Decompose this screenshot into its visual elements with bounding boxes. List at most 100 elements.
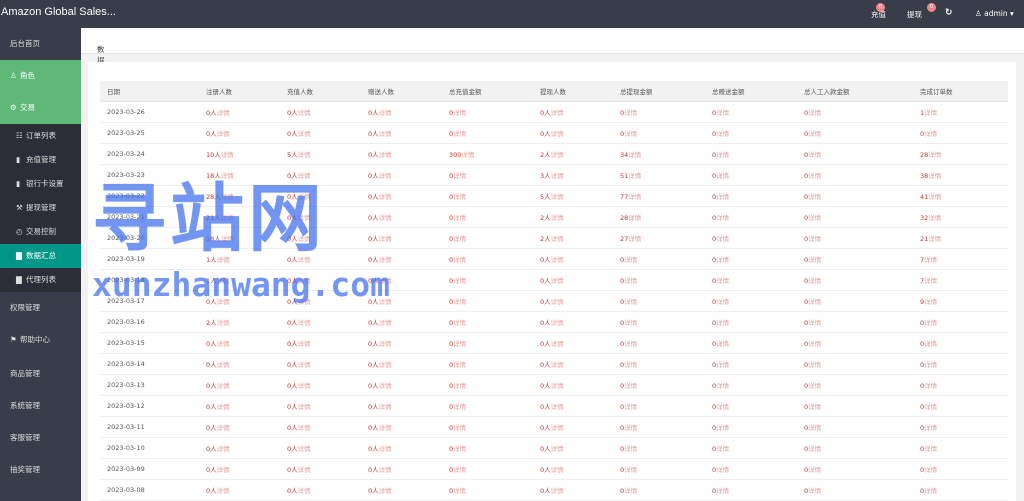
detail-link[interactable]: 详情 xyxy=(551,193,564,201)
detail-link[interactable]: 详情 xyxy=(551,277,564,285)
detail-link[interactable]: 详情 xyxy=(624,340,637,348)
detail-link[interactable]: 详情 xyxy=(808,172,821,180)
detail-link[interactable]: 详情 xyxy=(924,403,937,411)
detail-link[interactable]: 详情 xyxy=(716,172,729,180)
detail-link[interactable]: 详情 xyxy=(808,256,821,264)
detail-link[interactable]: 详情 xyxy=(379,214,392,222)
detail-link[interactable]: 详情 xyxy=(808,109,821,117)
detail-link[interactable]: 详情 xyxy=(453,445,466,453)
detail-link[interactable]: 详情 xyxy=(221,151,234,159)
detail-link[interactable]: 详情 xyxy=(379,361,392,369)
detail-link[interactable]: 详情 xyxy=(928,151,941,159)
detail-link[interactable]: 详情 xyxy=(453,340,466,348)
sidebar-item-goods[interactable]: 商品管理 xyxy=(0,358,81,390)
sidebar-item-system[interactable]: 系统管理 xyxy=(0,390,81,422)
detail-link[interactable]: 详情 xyxy=(379,298,392,306)
detail-link[interactable]: 详情 xyxy=(624,487,637,495)
detail-link[interactable]: 详情 xyxy=(624,109,637,117)
detail-link[interactable]: 详情 xyxy=(716,445,729,453)
detail-link[interactable]: 详情 xyxy=(379,277,392,285)
sidebar-item-lottery[interactable]: 抽奖管理 xyxy=(0,454,81,486)
detail-link[interactable]: 详情 xyxy=(924,130,937,138)
detail-link[interactable]: 详情 xyxy=(716,235,729,243)
detail-link[interactable]: 详情 xyxy=(624,277,637,285)
detail-link[interactable]: 详情 xyxy=(808,361,821,369)
detail-link[interactable]: 详情 xyxy=(716,277,729,285)
sidebar-item-trade-control[interactable]: ◴ 交易控制 xyxy=(0,220,81,244)
detail-link[interactable]: 详情 xyxy=(624,445,637,453)
detail-link[interactable]: 详情 xyxy=(928,235,941,243)
detail-link[interactable]: 详情 xyxy=(551,298,564,306)
detail-link[interactable]: 详情 xyxy=(379,172,392,180)
detail-link[interactable]: 详情 xyxy=(808,214,821,222)
detail-link[interactable]: 详情 xyxy=(453,109,466,117)
app-title[interactable]: Amazon Global Sales... xyxy=(1,6,116,18)
detail-link[interactable]: 详情 xyxy=(808,445,821,453)
detail-link[interactable]: 详情 xyxy=(716,109,729,117)
detail-link[interactable]: 详情 xyxy=(551,445,564,453)
detail-link[interactable]: 详情 xyxy=(298,403,311,411)
detail-link[interactable]: 详情 xyxy=(551,214,564,222)
detail-link[interactable]: 详情 xyxy=(217,445,230,453)
detail-link[interactable]: 详情 xyxy=(808,403,821,411)
detail-link[interactable]: 详情 xyxy=(298,298,311,306)
detail-link[interactable]: 详情 xyxy=(453,235,466,243)
detail-link[interactable]: 详情 xyxy=(217,466,230,474)
detail-link[interactable]: 详情 xyxy=(221,214,234,222)
detail-link[interactable]: 详情 xyxy=(716,298,729,306)
detail-link[interactable]: 详情 xyxy=(379,130,392,138)
detail-link[interactable]: 详情 xyxy=(379,340,392,348)
detail-link[interactable]: 详情 xyxy=(217,277,230,285)
detail-link[interactable]: 详情 xyxy=(379,445,392,453)
sidebar-item-withdraw[interactable]: ⚒ 提现管理 xyxy=(0,196,81,220)
detail-link[interactable]: 详情 xyxy=(808,235,821,243)
detail-link[interactable]: 详情 xyxy=(808,151,821,159)
detail-link[interactable]: 详情 xyxy=(924,109,937,117)
detail-link[interactable]: 详情 xyxy=(624,298,637,306)
detail-link[interactable]: 详情 xyxy=(298,256,311,264)
detail-link[interactable]: 详情 xyxy=(379,319,392,327)
detail-link[interactable]: 详情 xyxy=(808,193,821,201)
detail-link[interactable]: 详情 xyxy=(551,340,564,348)
detail-link[interactable]: 详情 xyxy=(298,361,311,369)
user-menu[interactable]: ♙ admin ▾ xyxy=(975,9,1014,18)
detail-link[interactable]: 详情 xyxy=(217,487,230,495)
detail-link[interactable]: 详情 xyxy=(551,151,564,159)
detail-link[interactable]: 详情 xyxy=(379,235,392,243)
detail-link[interactable]: 详情 xyxy=(624,403,637,411)
detail-link[interactable]: 详情 xyxy=(808,277,821,285)
detail-link[interactable]: 详情 xyxy=(924,319,937,327)
detail-link[interactable]: 详情 xyxy=(628,235,641,243)
detail-link[interactable]: 详情 xyxy=(808,130,821,138)
detail-link[interactable]: 详情 xyxy=(628,151,641,159)
detail-link[interactable]: 详情 xyxy=(928,193,941,201)
detail-link[interactable]: 详情 xyxy=(453,277,466,285)
sidebar-item-data-summary[interactable]: ▇ 数据汇总 xyxy=(0,244,81,268)
detail-link[interactable]: 详情 xyxy=(217,382,230,390)
detail-link[interactable]: 详情 xyxy=(716,340,729,348)
detail-link[interactable]: 详情 xyxy=(298,235,311,243)
detail-link[interactable]: 详情 xyxy=(628,193,641,201)
detail-link[interactable]: 详情 xyxy=(928,214,941,222)
detail-link[interactable]: 详情 xyxy=(453,403,466,411)
detail-link[interactable]: 详情 xyxy=(461,151,474,159)
sidebar-item-service[interactable]: 客服管理 xyxy=(0,422,81,454)
detail-link[interactable]: 详情 xyxy=(628,214,641,222)
detail-link[interactable]: 详情 xyxy=(298,424,311,432)
detail-link[interactable]: 详情 xyxy=(551,424,564,432)
detail-link[interactable]: 详情 xyxy=(808,319,821,327)
detail-link[interactable]: 详情 xyxy=(924,340,937,348)
detail-link[interactable]: 详情 xyxy=(453,382,466,390)
detail-link[interactable]: 详情 xyxy=(551,361,564,369)
detail-link[interactable]: 详情 xyxy=(624,130,637,138)
detail-link[interactable]: 详情 xyxy=(221,235,234,243)
detail-link[interactable]: 详情 xyxy=(221,172,234,180)
detail-link[interactable]: 详情 xyxy=(924,487,937,495)
detail-link[interactable]: 详情 xyxy=(453,130,466,138)
detail-link[interactable]: 详情 xyxy=(453,466,466,474)
detail-link[interactable]: 详情 xyxy=(716,382,729,390)
sidebar-item-role[interactable]: ♙ 角色 xyxy=(0,60,81,92)
detail-link[interactable]: 详情 xyxy=(624,466,637,474)
detail-link[interactable]: 详情 xyxy=(924,256,937,264)
detail-link[interactable]: 详情 xyxy=(924,298,937,306)
